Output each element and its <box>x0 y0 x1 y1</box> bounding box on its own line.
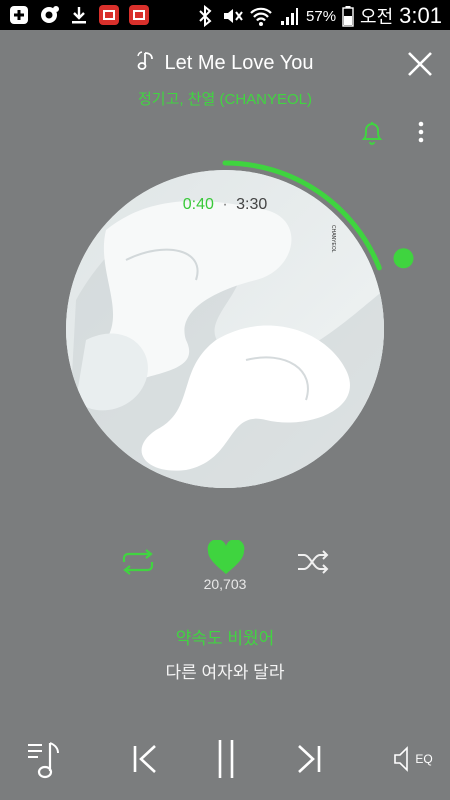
playlist-button[interactable] <box>20 734 68 784</box>
eq-label: EQ <box>415 752 433 766</box>
next-icon <box>298 745 321 773</box>
download-icon <box>68 4 90 26</box>
wifi-icon <box>250 5 272 27</box>
status-system: 57% 오전 3:01 <box>194 3 442 29</box>
time-ampm: 오전 <box>360 7 394 27</box>
alarm-button[interactable] <box>360 120 384 146</box>
app-badge-icon <box>128 4 150 26</box>
total-time: 3:30 <box>236 196 268 213</box>
status-notifications <box>8 4 150 26</box>
previous-button[interactable] <box>124 734 164 784</box>
lyric-next-line[interactable]: 다른 여자와 달라 <box>0 658 450 683</box>
bottom-controls: EQ <box>0 730 450 790</box>
time-separator: · <box>222 196 228 213</box>
previous-icon <box>133 745 156 773</box>
repeat-button[interactable] <box>120 546 156 578</box>
equalizer-icon <box>394 746 409 772</box>
album-art[interactable]: CHANYEOL <box>66 170 384 488</box>
progress-knob[interactable] <box>393 248 414 269</box>
app-badge-icon <box>98 4 120 26</box>
clock: 3:01 <box>399 3 442 28</box>
song-actions: 20,703 <box>0 539 450 600</box>
like-count: 20,703 <box>203 576 247 592</box>
battery-percent: 57% <box>306 7 337 25</box>
mute-icon <box>222 5 244 27</box>
shuffle-button[interactable] <box>296 546 330 578</box>
signal-icon <box>278 5 300 27</box>
more-icon <box>418 121 424 143</box>
close-icon <box>408 52 432 76</box>
more-button[interactable] <box>412 120 430 146</box>
equalizer-button[interactable]: EQ <box>388 734 438 784</box>
current-time: 0:40 <box>182 196 214 213</box>
album-label: CHANYEOL <box>330 225 336 253</box>
status-bar: 57% 오전 3:01 <box>0 0 450 30</box>
settings-icon <box>38 4 60 26</box>
repeat-icon <box>122 549 154 575</box>
like-button[interactable] <box>206 539 246 580</box>
artist-name[interactable]: 정기고, 찬열 (CHANYEOL) <box>0 88 450 109</box>
heart-icon <box>207 539 245 574</box>
title-row: Let Me Love You <box>0 50 450 76</box>
plus-icon <box>8 4 30 26</box>
pause-icon <box>218 740 234 778</box>
song-title: Let Me Love You <box>164 51 314 74</box>
close-button[interactable] <box>406 50 434 78</box>
music-note-icon <box>136 50 158 76</box>
lyric-current-line[interactable]: 약속도 비웠어 <box>0 624 450 649</box>
battery-icon <box>342 5 354 27</box>
bell-icon <box>361 122 383 145</box>
shuffle-icon <box>298 550 329 574</box>
pause-button[interactable] <box>205 734 247 784</box>
next-button[interactable] <box>290 734 330 784</box>
time-display: 0:40 · 3:30 <box>0 196 450 214</box>
bluetooth-icon <box>194 5 216 27</box>
player-header: Let Me Love You 정기고, 찬열 (CHANYEOL) <box>0 40 450 120</box>
playlist-icon <box>28 742 59 779</box>
